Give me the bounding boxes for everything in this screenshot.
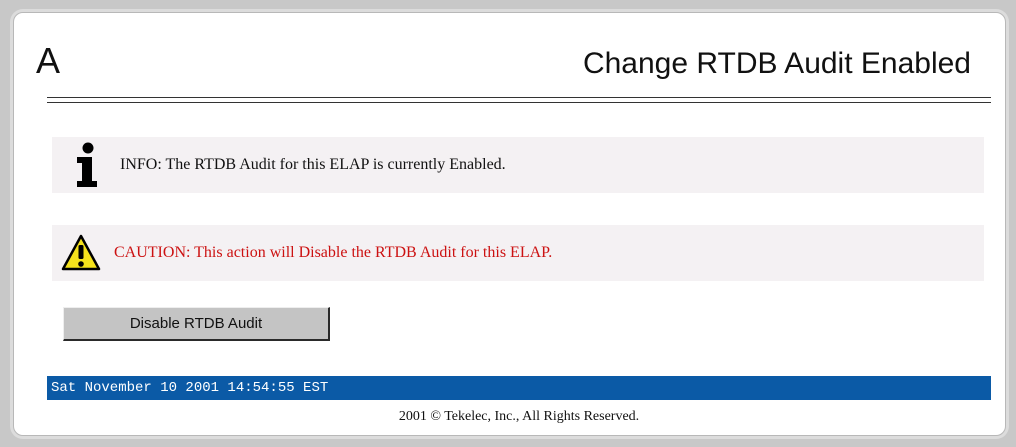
header-letter: A — [36, 40, 61, 81]
copyright-footer: 2001 © Tekelec, Inc., All Rights Reserve… — [398, 409, 640, 424]
header-divider-bottom — [47, 102, 991, 103]
warning-icon — [60, 231, 102, 275]
page-title: Change RTDB Audit Enabled — [582, 47, 971, 80]
caution-message: CAUTION: This action will Disable the RT… — [52, 225, 984, 281]
status-bar-datetime: Sat November 10 2001 14:54:55 EST — [47, 376, 991, 400]
header-divider-top — [47, 97, 991, 98]
caution-message-text: CAUTION: This action will Disable the RT… — [114, 244, 553, 261]
main-panel: A Change RTDB Audit Enabled INFO: The RT… — [13, 12, 1006, 436]
disable-rtdb-audit-button[interactable]: Disable RTDB Audit — [63, 307, 330, 341]
info-message: INFO: The RTDB Audit for this ELAP is cu… — [52, 137, 984, 193]
info-icon — [68, 140, 106, 190]
info-message-text: INFO: The RTDB Audit for this ELAP is cu… — [120, 156, 506, 173]
